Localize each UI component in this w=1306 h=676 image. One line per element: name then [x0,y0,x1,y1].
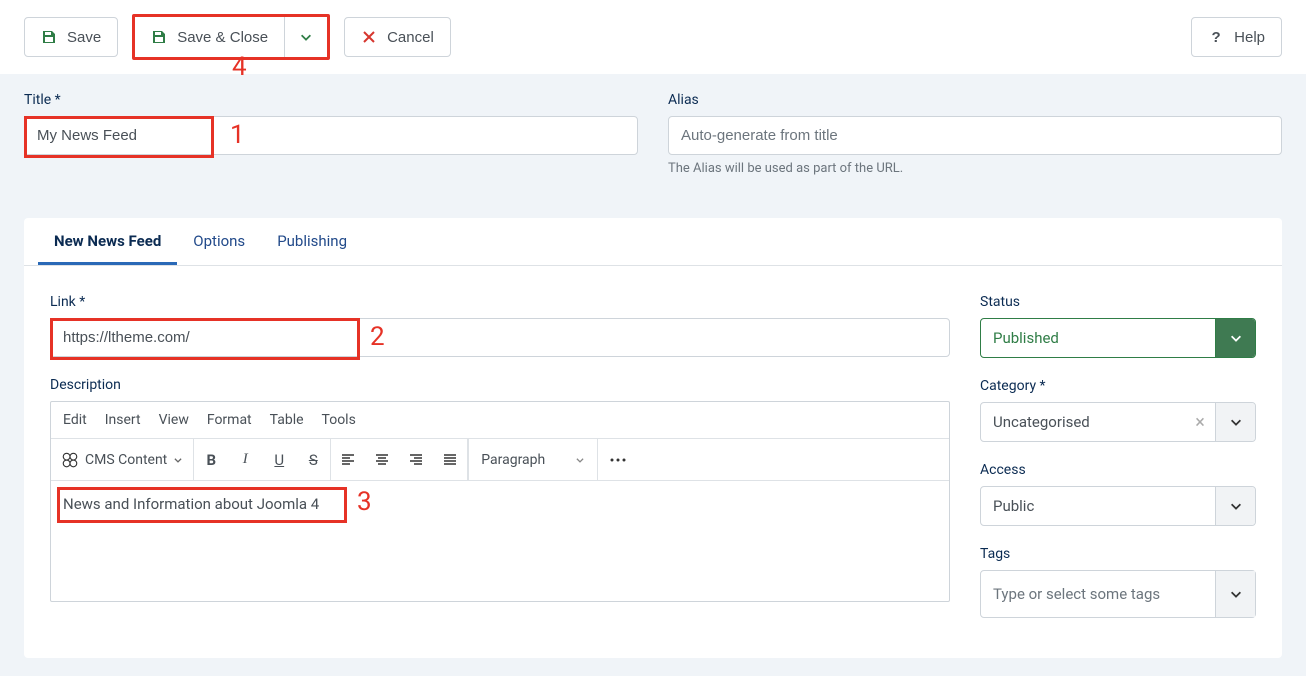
alias-field: Alias The Alias will be used as part of … [668,92,1282,176]
cancel-button[interactable]: Cancel [344,17,451,57]
link-label: Link * [50,294,950,310]
save-label: Save [67,29,101,46]
help-label: Help [1234,29,1265,46]
bold-button[interactable]: B [194,439,228,481]
save-close-button[interactable]: Save & Close [135,17,285,57]
status-value: Published [981,319,1215,357]
editor-body[interactable]: News and Information about Joomla 4 3 [51,481,949,601]
description-field: Description Edit Insert View Format Tabl… [50,377,950,602]
chevron-down-icon [173,455,183,465]
more-button[interactable] [598,439,638,481]
menu-table[interactable]: Table [270,412,304,428]
joomla-icon [61,451,79,469]
cms-content-label: CMS Content [85,452,167,468]
tabs: New News Feed Options Publishing [24,218,1282,266]
block-format-select[interactable]: Paragraph [468,439,598,481]
title-field: Title * 1 [24,92,638,176]
access-value: Public [981,487,1215,525]
save-close-dropdown[interactable] [285,17,327,57]
title-label: Title * [24,92,638,108]
menu-view[interactable]: View [159,412,189,428]
category-label: Category * [980,378,1256,394]
menu-format[interactable]: Format [207,412,252,428]
menu-tools[interactable]: Tools [322,412,356,428]
save-close-group: Save & Close [132,14,330,60]
status-label: Status [980,294,1256,310]
align-center-button[interactable] [365,439,399,481]
title-input[interactable] [24,116,638,155]
sidebar: Status Published Category * Uncategorise… [980,294,1256,638]
description-label: Description [50,377,950,393]
alias-label: Alias [668,92,1282,108]
align-left-button[interactable] [331,439,365,481]
chevron-down-icon [1215,319,1255,357]
annotation-3: 3 [357,487,372,517]
help-icon: ? [1208,29,1224,45]
save-icon [151,29,167,45]
access-label: Access [980,462,1256,478]
editor: Edit Insert View Format Table Tools CMS … [50,401,950,602]
cancel-label: Cancel [387,29,434,46]
save-button[interactable]: Save [24,17,118,57]
tags-select[interactable]: Type or select some tags [980,570,1256,618]
cms-content-button[interactable]: CMS Content [51,439,193,481]
chevron-down-icon [1215,403,1255,441]
save-close-label: Save & Close [177,29,268,46]
alias-hint: The Alias will be used as part of the UR… [668,161,1282,176]
toolbar: Save Save & Close Cancel ? Help 4 [0,0,1306,74]
tab-options[interactable]: Options [177,218,261,265]
align-right-button[interactable] [399,439,433,481]
italic-button[interactable]: I [228,439,262,481]
panel: New News Feed Options Publishing Link * … [24,218,1282,658]
close-icon [361,29,377,45]
editor-toolbar: CMS Content B I U S [51,439,949,481]
editor-menubar: Edit Insert View Format Table Tools [51,402,949,439]
block-format-label: Paragraph [481,452,545,468]
content: Title * 1 Alias The Alias will be used a… [0,74,1306,676]
link-field: Link * 2 [50,294,950,357]
strike-button[interactable]: S [296,439,330,481]
category-value: Uncategorised [981,403,1185,441]
chevron-down-icon [1215,487,1255,525]
tags-placeholder: Type or select some tags [993,585,1215,603]
description-text: News and Information about Joomla 4 [63,495,319,513]
clear-icon[interactable]: × [1185,403,1215,441]
align-justify-button[interactable] [433,439,467,481]
save-icon [41,29,57,45]
underline-button[interactable]: U [262,439,296,481]
help-button[interactable]: ? Help [1191,17,1282,57]
menu-edit[interactable]: Edit [63,412,87,428]
access-select[interactable]: Public [980,486,1256,526]
tags-label: Tags [980,546,1256,562]
status-select[interactable]: Published [980,318,1256,358]
menu-insert[interactable]: Insert [105,412,141,428]
tab-publishing[interactable]: Publishing [261,218,363,265]
tab-new-feed[interactable]: New News Feed [38,218,177,265]
alias-input[interactable] [668,116,1282,155]
chevron-down-icon [575,455,585,465]
category-select[interactable]: Uncategorised × [980,402,1256,442]
link-input[interactable] [50,318,950,357]
chevron-down-icon [1215,571,1255,617]
